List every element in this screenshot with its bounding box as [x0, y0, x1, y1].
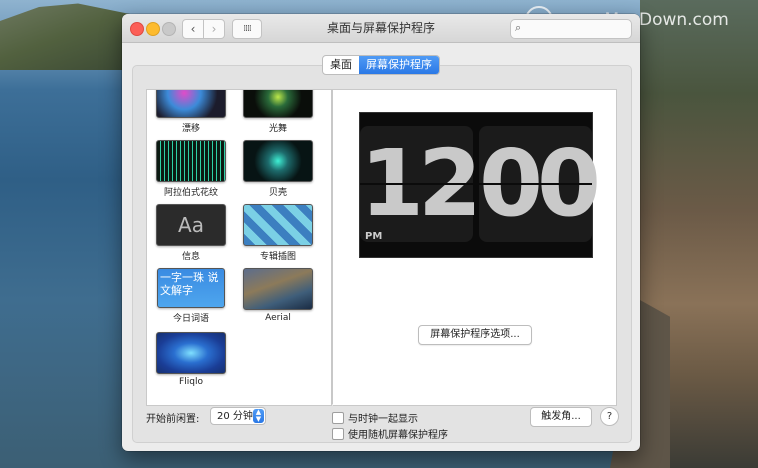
screensaver-label: Aerial [265, 313, 291, 323]
checkbox-box[interactable] [332, 427, 344, 440]
screensaver-item-aerial[interactable]: Aerial [243, 268, 313, 323]
screensaver-item-shine[interactable]: 光舞 [243, 90, 313, 134]
flap-split [479, 183, 592, 185]
screensaver-label: Fliqlo [179, 377, 203, 387]
hour-flap: 12 PM [360, 126, 482, 242]
screensaver-item-arabesque[interactable]: 阿拉伯式花纹 [156, 140, 226, 198]
screensaver-thumbnail [156, 90, 226, 118]
system-preferences-window: ‹ › ⁞⁞⁞⁞ 桌面与屏幕保护程序 ⌕ 桌面 屏幕保护程序 漂移 光舞 阿拉伯… [122, 14, 640, 451]
screensaver-label: 贝壳 [268, 188, 287, 198]
tab-bar: 桌面 屏幕保护程序 [322, 55, 440, 75]
screensaver-thumbnail: Aa [156, 204, 226, 246]
screensaver-item-album-artwork[interactable]: 专辑插图 [243, 204, 313, 262]
titlebar: ‹ › ⁞⁞⁞⁞ 桌面与屏幕保护程序 ⌕ [122, 14, 640, 43]
screensaver-thumbnail: 一字一珠 说文解字 [157, 268, 225, 308]
popup-arrows-icon: ▲ ▼ [253, 409, 264, 423]
show-with-clock-checkbox[interactable]: 与时钟一起显示 [332, 410, 418, 425]
screensaver-item-fliqlo[interactable]: Fliqlo [156, 332, 226, 387]
desktop-cliff-right [640, 0, 758, 468]
screensaver-item-shell[interactable]: 贝壳 [243, 140, 313, 198]
random-screensaver-checkbox[interactable]: 使用随机屏幕保护程序 [332, 426, 448, 441]
minute-flap: 00 [479, 126, 601, 242]
screensaver-label: 专辑插图 [259, 252, 296, 262]
screensaver-thumbnail [243, 204, 313, 246]
meridiem-label: PM [365, 231, 383, 242]
tab-desktop[interactable]: 桌面 [323, 56, 359, 74]
search-input[interactable] [527, 20, 627, 38]
search-field[interactable]: ⌕ [510, 19, 632, 39]
screensaver-label: 信息 [181, 252, 200, 262]
idle-start-label: 开始前闲置: [146, 414, 200, 425]
screensaver-label: 阿拉伯式花纹 [163, 188, 218, 198]
screensaver-thumbnail [243, 140, 313, 182]
checkbox-box[interactable] [332, 411, 344, 424]
flap-split [360, 183, 473, 185]
screensaver-label: 光舞 [268, 124, 287, 134]
screensaver-list[interactable]: 漂移 光舞 阿拉伯式花纹 贝壳 Aa 信息 专辑插图 一字一珠 说文解字 今日词… [146, 89, 332, 406]
search-icon: ⌕ [515, 21, 522, 34]
idle-time-select[interactable]: 20 分钟 ▲ ▼ [210, 407, 266, 425]
checkbox-label: 与时钟一起显示 [348, 414, 418, 425]
screensaver-thumbnail [156, 140, 226, 182]
checkbox-label: 使用随机屏幕保护程序 [348, 430, 448, 441]
screensaver-thumbnail [243, 268, 313, 310]
desktop-cliff-left [0, 3, 130, 70]
idle-time-value: 20 分钟 [217, 411, 253, 422]
screensaver-item-word-of-the-day[interactable]: 一字一珠 说文解字 今日词语 [156, 268, 226, 324]
screensaver-label: 漂移 [181, 124, 200, 134]
screensaver-thumbnail [243, 90, 313, 118]
screensaver-item-message[interactable]: Aa 信息 [156, 204, 226, 262]
screensaver-item-drift[interactable]: 漂移 [156, 90, 226, 134]
tab-screen-saver[interactable]: 屏幕保护程序 [359, 56, 439, 74]
fliqlo-preview: 12 PM 00 [359, 112, 601, 258]
screensaver-options-button[interactable]: 屏幕保护程序选项... [418, 325, 532, 345]
hot-corners-button[interactable]: 触发角... [530, 407, 592, 427]
screensaver-thumbnail [156, 332, 226, 374]
help-button[interactable]: ? [600, 407, 619, 426]
screensaver-label: 今日词语 [172, 314, 209, 324]
